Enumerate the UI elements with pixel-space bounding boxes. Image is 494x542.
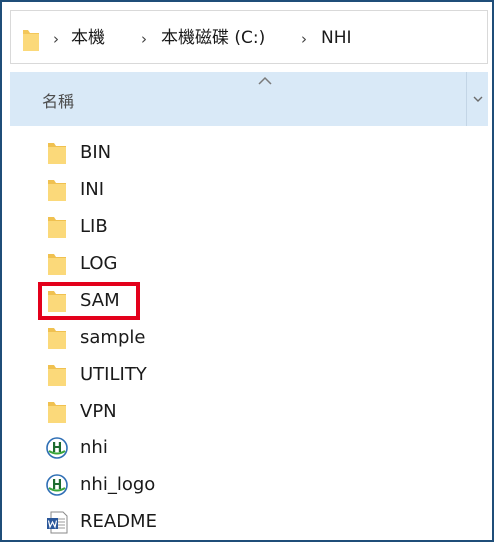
folder-icon [48,365,66,386]
highlight-box [38,282,140,320]
file-name: sample [80,327,146,348]
list-item-vpn[interactable]: VPN [46,397,346,427]
column-divider [466,72,467,126]
list-item-log[interactable]: LOG [46,249,346,279]
breadcrumb-separator: › [301,30,307,48]
list-item-readme[interactable]: README [46,507,346,537]
file-name: UTILITY [80,364,147,385]
list-item-nhi[interactable]: nhi [46,433,346,463]
breadcrumb-separator: › [141,30,147,48]
nhi-app-icon [46,474,68,496]
file-name: LIB [80,216,108,237]
folder-icon [48,254,66,275]
breadcrumb-separator: › [53,30,59,48]
file-name: VPN [80,401,117,422]
folder-icon [48,328,66,349]
word-document-icon [47,511,68,534]
breadcrumb-nhi[interactable]: NHI [321,28,352,48]
list-item-utility[interactable]: UTILITY [46,360,346,390]
folder-icon [48,217,66,238]
folder-icon [48,143,66,164]
list-item-nhi-logo[interactable]: nhi_logo [46,470,346,500]
file-explorer-window: › 本機 › 本機磁碟 (C:) › NHI 名稱 BIN INI LIB LO… [0,0,494,542]
folder-icon [48,180,66,201]
file-name: README [80,511,157,532]
breadcrumb-local-disk[interactable]: 本機磁碟 (C:) [161,28,265,48]
folder-icon [48,402,66,423]
file-name: BIN [80,142,112,163]
list-item-ini[interactable]: INI [46,175,346,205]
file-name: INI [80,179,105,200]
breadcrumb-this-pc[interactable]: 本機 [71,28,105,48]
list-item-lib[interactable]: LIB [46,212,346,242]
file-name: nhi_logo [80,474,156,495]
list-item-sample[interactable]: sample [46,323,346,353]
file-name: nhi [80,437,108,458]
sort-ascending-icon [258,76,272,85]
column-name-label: 名稱 [42,92,75,111]
address-bar[interactable]: › 本機 › 本機磁碟 (C:) › NHI [10,10,488,64]
folder-icon [23,30,39,51]
nhi-app-icon [46,437,68,459]
column-header-name[interactable]: 名稱 [10,72,488,126]
chevron-down-icon[interactable] [472,94,484,104]
file-name: LOG [80,253,118,274]
list-item-bin[interactable]: BIN [46,138,346,168]
